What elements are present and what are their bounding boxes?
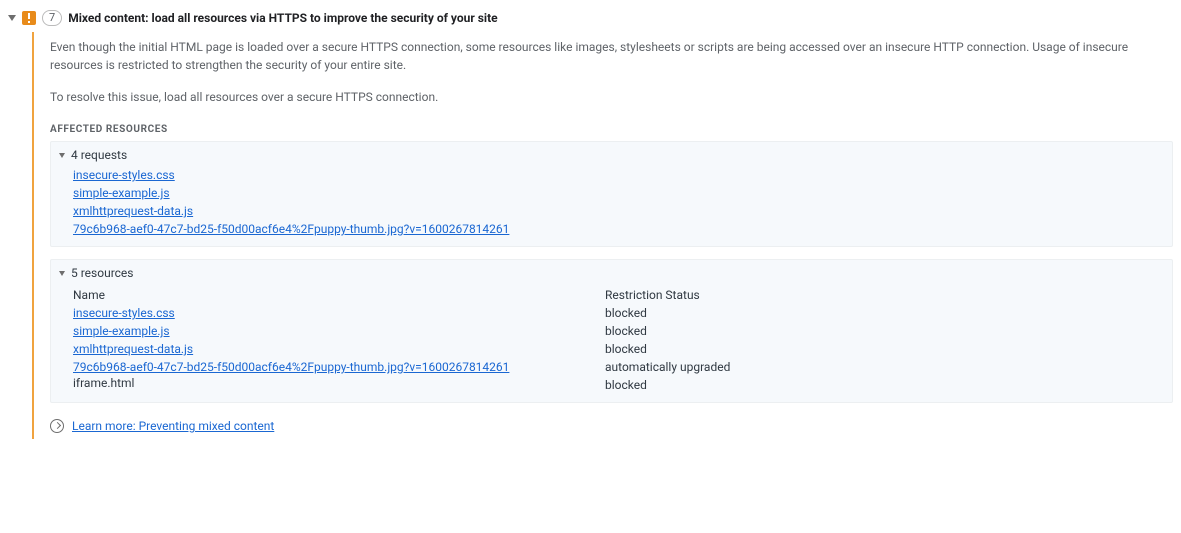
table-row: insecure-styles.css blocked	[73, 304, 1164, 322]
expand-triangle-icon[interactable]	[8, 15, 16, 21]
issue-title: Mixed content: load all resources via HT…	[68, 11, 497, 25]
table-row: iframe.html blocked	[73, 376, 1164, 394]
request-link[interactable]: xmlhttprequest-data.js	[73, 202, 193, 220]
resource-status: blocked	[605, 322, 1164, 340]
resource-status: blocked	[605, 304, 1164, 322]
requests-list: insecure-styles.css simple-example.js xm…	[59, 166, 1164, 238]
resources-header[interactable]: 5 resources	[59, 266, 1164, 280]
requests-header[interactable]: 4 requests	[59, 148, 1164, 162]
warning-icon	[22, 11, 36, 25]
resource-status: blocked	[605, 376, 1164, 394]
issue-body: Even though the initial HTML page is loa…	[32, 32, 1173, 439]
issue-header-row[interactable]: 7 Mixed content: load all resources via …	[8, 8, 1173, 32]
expand-triangle-icon[interactable]	[59, 271, 65, 276]
table-row: simple-example.js blocked	[73, 322, 1164, 340]
resource-status: blocked	[605, 340, 1164, 358]
resources-header-text: 5 resources	[71, 266, 133, 280]
resources-box: 5 resources Name Restriction Status inse…	[50, 259, 1173, 403]
resource-name: iframe.html	[73, 374, 134, 392]
resources-table: Name Restriction Status insecure-styles.…	[59, 284, 1164, 394]
column-header-status: Restriction Status	[605, 284, 1164, 304]
resource-link[interactable]: simple-example.js	[73, 322, 170, 340]
resource-link[interactable]: 79c6b968-aef0-47c7-bd25-f50d00acf6e4%2Fp…	[73, 358, 509, 376]
learn-more-row[interactable]: Learn more: Preventing mixed content	[50, 417, 1173, 435]
request-link[interactable]: insecure-styles.css	[73, 166, 175, 184]
affected-resources-label: AFFECTED RESOURCES	[50, 124, 1173, 135]
issue-count-badge: 7	[42, 10, 62, 26]
resource-link[interactable]: insecure-styles.css	[73, 304, 175, 322]
arrow-circle-icon	[50, 419, 64, 433]
learn-more-link[interactable]: Learn more: Preventing mixed content	[72, 417, 274, 435]
issue-description-1: Even though the initial HTML page is loa…	[50, 38, 1170, 74]
request-link[interactable]: 79c6b968-aef0-47c7-bd25-f50d00acf6e4%2Fp…	[73, 220, 509, 238]
resource-status: automatically upgraded	[605, 358, 1164, 376]
requests-header-text: 4 requests	[71, 148, 127, 162]
table-row: xmlhttprequest-data.js blocked	[73, 340, 1164, 358]
resource-link[interactable]: xmlhttprequest-data.js	[73, 340, 193, 358]
request-link[interactable]: simple-example.js	[73, 184, 170, 202]
column-header-name: Name	[73, 284, 605, 304]
table-header-row: Name Restriction Status	[73, 284, 1164, 304]
expand-triangle-icon[interactable]	[59, 153, 65, 158]
table-row: 79c6b968-aef0-47c7-bd25-f50d00acf6e4%2Fp…	[73, 358, 1164, 376]
requests-box: 4 requests insecure-styles.css simple-ex…	[50, 141, 1173, 247]
issue-description-2: To resolve this issue, load all resource…	[50, 88, 1170, 106]
